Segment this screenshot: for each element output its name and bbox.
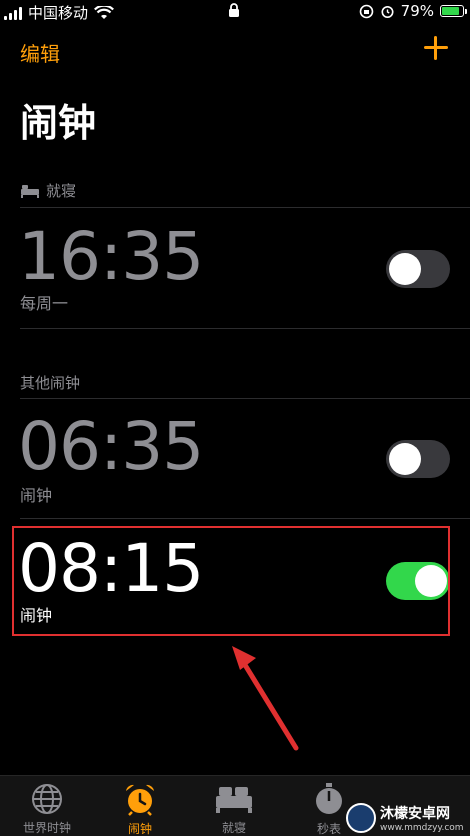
highlight-box — [12, 526, 450, 636]
alarm-toggle[interactable] — [386, 250, 450, 288]
divider — [20, 328, 470, 329]
alarm-row[interactable]: 16:35 每周一 — [0, 218, 470, 328]
alarm-time: 06:35 — [18, 408, 204, 485]
alarm-status-icon — [381, 5, 394, 18]
watermark-url: www.mmdzyy.com — [380, 823, 464, 833]
alarm-label: 每周一 — [20, 294, 69, 313]
bed-icon — [20, 184, 40, 198]
status-bar: 中国移动 79% — [0, 0, 470, 24]
divider — [20, 207, 470, 208]
tab-label: 秒表 — [316, 822, 341, 836]
divider — [20, 398, 470, 399]
plus-icon[interactable] — [422, 34, 450, 62]
bed-icon — [214, 782, 254, 815]
stopwatch-icon — [313, 782, 345, 816]
watermark-text: 沐檬安卓网 www.mmdzyy.com — [380, 803, 464, 833]
annotation-arrow-icon — [232, 646, 299, 751]
tab-alarm[interactable]: 闹钟 — [95, 782, 185, 836]
tab-world-clock[interactable]: 世界时钟 — [2, 782, 92, 836]
alarm-row[interactable]: 06:35 闹钟 — [0, 408, 470, 518]
edit-button[interactable]: 编辑 — [20, 38, 60, 67]
rotation-lock-icon — [359, 4, 373, 18]
watermark-title: 沐檬安卓网 — [380, 806, 450, 822]
status-left: 中国移动 — [4, 2, 114, 23]
tab-bedtime[interactable]: 就寝 — [189, 782, 279, 836]
watermark-badge-icon — [346, 803, 376, 833]
carrier-name: 中国移动 — [28, 4, 89, 22]
section-bedtime: 就寝 — [20, 180, 76, 201]
status-right: 79% — [359, 2, 467, 20]
alarm-time: 16:35 — [18, 218, 204, 295]
alarm-toggle[interactable] — [386, 440, 450, 478]
section-other: 其他闹钟 — [20, 372, 80, 393]
battery-icon — [440, 5, 467, 17]
tab-label: 闹钟 — [127, 822, 152, 836]
wifi-icon — [94, 5, 114, 19]
alarm-clock-icon — [123, 782, 157, 816]
signal-icon — [4, 6, 22, 20]
tab-label: 就寝 — [221, 821, 246, 835]
page-title: 闹钟 — [20, 101, 97, 145]
section-bedtime-label: 就寝 — [46, 182, 77, 200]
clock-app-screen: 中国移动 79% 编辑 闹钟 就寝 16:35 每周一 其他闹钟 06:35 闹… — [0, 0, 470, 836]
watermark-logo: 沐檬安卓网 www.mmdzyy.com — [346, 801, 466, 835]
lock-icon — [228, 3, 240, 22]
battery-percent: 79% — [400, 2, 434, 20]
tab-label: 世界时钟 — [22, 821, 71, 835]
divider — [20, 518, 470, 519]
section-other-label: 其他闹钟 — [20, 374, 81, 392]
tab-bar: 世界时钟 闹钟 就寝 秒表 沐檬安卓网 www.mmdzyy.com — [0, 775, 470, 836]
alarm-label: 闹钟 — [20, 486, 53, 505]
globe-icon — [31, 782, 63, 815]
